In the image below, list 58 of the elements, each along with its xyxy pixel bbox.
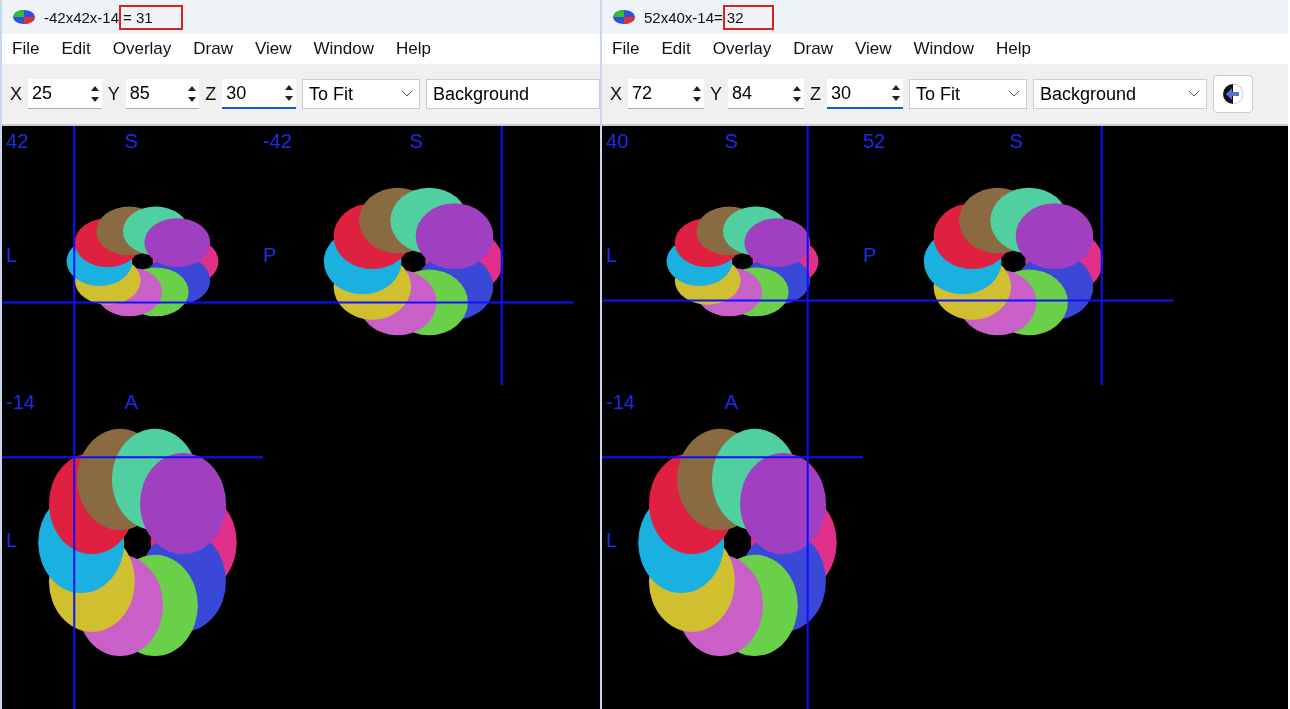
layer-dropdown[interactable]: Background [426,79,600,109]
menu-item[interactable]: Draw [193,39,233,59]
zoom-dropdown[interactable]: To Fit [909,79,1028,109]
menu-item[interactable]: File [612,39,640,59]
orientation-label: -42 [262,130,292,153]
menu-item[interactable]: Edit [661,39,691,59]
brain-app-icon [12,9,36,25]
menu-item[interactable]: View [854,39,892,59]
orientation-label: S [724,130,738,153]
coordinate-label: Z [810,83,822,105]
brain-app-icon [612,9,636,25]
menu-item[interactable]: Edit [61,39,91,59]
menu-item[interactable]: Draw [793,39,833,59]
orientation-label: L [606,244,618,267]
layer-dropdown[interactable]: Background [1033,79,1208,109]
menu-item[interactable]: Help [395,39,431,59]
orientation-label: P [262,244,277,267]
window-title: -42x42x-14 [44,8,120,26]
coordinate-label: Z [205,83,217,105]
highlighted-title-value: = 31 [119,4,183,30]
orientation-label: L [6,244,18,267]
orientation-label: L [6,529,18,552]
menu-item[interactable]: Overlay [112,39,172,59]
menu-item[interactable]: Window [913,39,974,59]
coordinate-label: X [610,83,622,105]
orientation-label: A [724,390,738,413]
window-title: 52x40x-14= [644,8,723,26]
coordinate-label: Y [107,83,120,105]
orientation-label: S [124,130,138,153]
orientation-label: -14 [606,390,635,413]
menu-item[interactable]: View [254,39,292,59]
zoom-dropdown[interactable]: To Fit [302,79,420,109]
menu-item[interactable]: Window [313,39,374,59]
orientation-label: 52 [862,130,886,153]
coordinate-spin-field[interactable]: 25 [28,79,102,109]
orientation-label: 42 [6,130,29,153]
chevron-down-icon [1008,90,1021,98]
coordinate-spin-field[interactable]: 84 [728,79,805,109]
orientation-label: S [409,130,423,153]
menu-item[interactable]: File [12,39,40,59]
orientation-label: L [606,529,618,552]
orientation-label: -14 [6,390,35,413]
menu-item[interactable]: Help [995,39,1031,59]
highlighted-title-value: 32 [722,4,774,30]
chevron-down-icon [401,90,413,98]
back-button[interactable] [1213,75,1254,113]
menu-item[interactable]: Overlay [712,39,772,59]
orientation-label: A [124,390,138,413]
coordinate-spin-field[interactable]: 30 [827,79,904,109]
coordinate-spin-field[interactable]: 72 [628,79,704,109]
orientation-label: S [1009,130,1023,153]
orientation-label: P [862,244,877,267]
chevron-down-icon [1188,90,1201,98]
coordinate-spin-field[interactable]: 85 [125,79,200,109]
orientation-label: 40 [606,130,629,153]
coordinate-label: X [10,83,22,105]
coordinate-label: Y [710,83,723,105]
coordinate-spin-field[interactable]: 30 [222,79,296,109]
